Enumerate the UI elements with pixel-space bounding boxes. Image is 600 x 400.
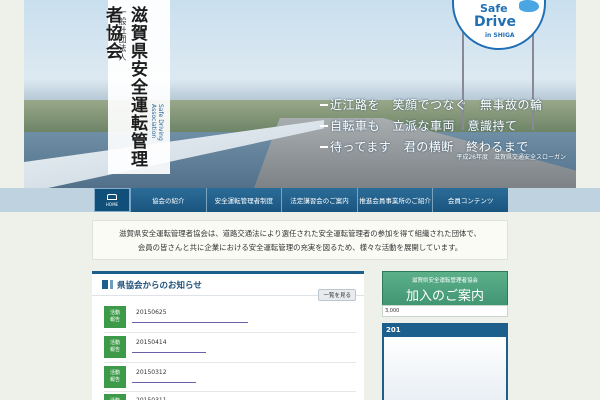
intro-line-1: 滋賀県安全運転管理者協会は、道路交通法により選任された安全運転管理者の参加を得て…: [119, 229, 481, 238]
membership-banner-title: 加入のご案内: [405, 289, 484, 304]
shiga-map-icon: [519, 0, 539, 12]
membership-info: 3,000: [382, 305, 508, 317]
badge-bottom: 報告: [109, 317, 120, 323]
news-divider: [104, 332, 356, 333]
org-name: 滋賀県安全運転管理者協会: [102, 6, 147, 168]
global-nav: HOME 協会の紹介 安全運転管理者制度 法定講習会のご案内 推進会員事業所のご…: [94, 188, 508, 212]
activity-report-badge: 活動 報告: [104, 366, 126, 388]
side-panel-header: 201: [386, 326, 401, 334]
news-date: 20150625: [136, 309, 167, 316]
logo-text-drive: Drive: [474, 14, 516, 30]
slogan-line: 近江路を 笑顔でつなぐ 無事故の輪: [320, 96, 550, 113]
nav-item-training[interactable]: 法定講習会のご案内: [281, 188, 357, 212]
news-item[interactable]: 活動 報告 20150311: [104, 394, 167, 400]
nav-item-member-companies[interactable]: 推進会員事業所のご紹介: [356, 188, 433, 212]
safe-drive-logo[interactable]: Safe Drive in SHIGA: [452, 0, 546, 54]
news-item[interactable]: 活動 報告 20150625: [104, 306, 167, 328]
badge-top: 活動: [109, 370, 120, 376]
news-date: 20150312: [136, 369, 167, 376]
nav-home-label: HOME: [105, 201, 119, 207]
slogan-dash: [320, 124, 328, 127]
news-title: 県協会からのお知らせ: [117, 280, 202, 291]
slogan-line: 自転車も 立派な車両 意識持て: [320, 117, 550, 134]
slogan-dash: [320, 145, 328, 148]
news-header: 県協会からのお知らせ 一覧を見る: [92, 274, 364, 301]
side-panel: 201: [382, 323, 508, 400]
news-link-underline[interactable]: [132, 382, 196, 383]
nav-home-button[interactable]: HOME: [94, 188, 130, 212]
slogan-dash: [320, 103, 328, 106]
nav-item-member-content[interactable]: 会員コンテンツ: [432, 188, 508, 212]
traffic-safety-slogan: 近江路を 笑顔でつなぐ 無事故の輪 自転車も 立派な車両 意識持て 待ってます …: [320, 96, 550, 159]
news-divider: [104, 391, 356, 392]
badge-bottom: 報告: [109, 377, 120, 383]
activity-report-badge: 活動 報告: [104, 394, 126, 400]
news-divider: [104, 362, 356, 363]
activity-report-badge: 活動 報告: [104, 336, 126, 358]
intro-line-2: 会員の皆さんと共に企業における安全運転管理の充実を図るため、様々な活動を展開して…: [137, 243, 463, 252]
badge-bottom: 報告: [109, 347, 120, 353]
nav-item-about[interactable]: 協会の紹介: [130, 188, 206, 212]
news-link-underline[interactable]: [132, 352, 206, 353]
org-title-vertical: 一般社団法人 滋賀県安全運転管理者協会 Safe Driving Associa…: [102, 0, 170, 174]
news-item[interactable]: 活動 報告 20150312: [104, 366, 167, 388]
org-name-english: Safe Driving Association: [150, 104, 164, 141]
news-section: 県協会からのお知らせ 一覧を見る 活動 報告 20150625 活動 報告 20…: [92, 271, 364, 400]
car-icon: [107, 193, 117, 200]
logo-text-shiga: in SHIGA: [485, 32, 515, 39]
slogan-text: 自転車も 立派な車両 意識持て: [330, 119, 518, 133]
badge-top: 活動: [109, 340, 120, 346]
activity-report-badge: 活動 報告: [104, 306, 126, 328]
news-header-marker: [110, 280, 113, 289]
news-link-underline[interactable]: [132, 322, 248, 323]
membership-banner-sub: 滋賀県安全運転管理者協会: [411, 278, 478, 284]
news-header-marker: [102, 280, 108, 289]
side-panel-body: [384, 337, 506, 400]
slogan-caption-wrap: 平成26年度 滋賀県交通安全スローガン: [320, 152, 570, 162]
slogan-text: 近江路を 笑顔でつなぐ 無事故の輪: [330, 98, 543, 112]
news-list-button[interactable]: 一覧を見る: [318, 289, 356, 301]
slogan-caption: 平成26年度 滋賀県交通安全スローガン: [456, 154, 566, 161]
news-item[interactable]: 活動 報告 20150414: [104, 336, 167, 358]
nav-item-manager-system[interactable]: 安全運転管理者制度: [205, 188, 282, 212]
intro-box: 滋賀県安全運転管理者協会は、道路交通法により選任された安全運転管理者の参加を得て…: [92, 220, 508, 260]
badge-top: 活動: [109, 310, 120, 316]
news-date: 20150414: [136, 339, 167, 346]
